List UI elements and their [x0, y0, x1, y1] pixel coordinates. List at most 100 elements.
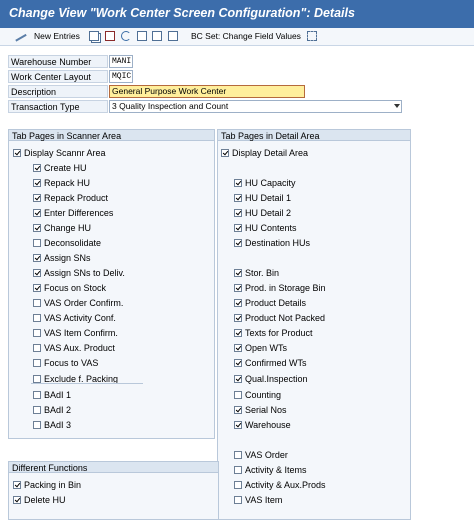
delete-button[interactable]	[105, 30, 115, 42]
checkbox-unchecked-icon[interactable]	[234, 481, 242, 489]
checkbox-unchecked-icon[interactable]	[234, 451, 242, 459]
detail-checkbox-vas-order[interactable]: VAS Order	[234, 449, 288, 461]
transaction-type-dropdown[interactable]: 3 Quality Inspection and Count	[109, 100, 402, 113]
checkbox-checked-icon[interactable]	[33, 284, 41, 292]
checkbox-label: Stor. Bin	[245, 268, 280, 278]
scanner-checkbox-enter-differences[interactable]: Enter Differences	[33, 207, 113, 219]
checkbox-checked-icon[interactable]	[33, 164, 41, 172]
detail-checkbox-open-wts[interactable]: Open WTs	[234, 342, 287, 354]
detail-checkbox-counting[interactable]: Counting	[234, 389, 281, 401]
checkbox-unchecked-icon[interactable]	[33, 375, 41, 383]
scanner-checkbox-vas-activity-conf[interactable]: VAS Activity Conf.	[33, 312, 116, 324]
checkbox-label: Delete HU	[24, 495, 66, 505]
new-entries-button[interactable]: New Entries	[13, 30, 80, 42]
checkbox-checked-icon[interactable]	[33, 209, 41, 217]
description-field[interactable]: General Purpose Work Center	[109, 85, 305, 98]
scanner-checkbox-vas-order-confirm[interactable]: VAS Order Confirm.	[33, 297, 123, 309]
scanner-checkbox-deconsolidate[interactable]: Deconsolidate	[33, 237, 101, 249]
checkbox-checked-icon[interactable]	[234, 269, 242, 277]
checkbox-label: Open WTs	[245, 343, 288, 353]
undo-button[interactable]	[121, 30, 131, 42]
bc-set-label: BC Set: Change Field Values	[191, 31, 301, 41]
checkbox-checked-icon[interactable]	[234, 209, 242, 217]
bc-set-button[interactable]: BC Set: Change Field Values	[191, 30, 301, 42]
checkbox-unchecked-icon[interactable]	[33, 359, 41, 367]
checkbox-checked-icon[interactable]	[13, 481, 21, 489]
warehouse-number-field[interactable]: MANI	[109, 55, 133, 68]
functions-checkbox-packing-in-bin[interactable]: Packing in Bin	[13, 479, 81, 491]
checkbox-checked-icon[interactable]	[234, 375, 242, 383]
scanner-checkbox-badi-3[interactable]: BAdI 3	[33, 419, 71, 431]
detail-checkbox-warehouse[interactable]: Warehouse	[234, 419, 291, 431]
detail-checkbox-hu-detail-2[interactable]: HU Detail 2	[234, 207, 291, 219]
detail-checkbox-product-details[interactable]: Product Details	[234, 297, 306, 309]
detail-checkbox-confirmed-wts[interactable]: Confirmed WTs	[234, 357, 307, 369]
scanner-checkbox-focus-to-vas[interactable]: Focus to VAS	[33, 357, 98, 369]
scanner-checkbox-create-hu[interactable]: Create HU	[33, 162, 87, 174]
checkbox-checked-icon[interactable]	[33, 224, 41, 232]
checkbox-checked-icon[interactable]	[33, 179, 41, 187]
scanner-checkbox-vas-aux-product[interactable]: VAS Aux. Product	[33, 342, 115, 354]
scanner-checkbox-vas-item-confirm[interactable]: VAS Item Confirm.	[33, 327, 118, 339]
checkbox-checked-icon[interactable]	[13, 149, 21, 157]
checkbox-checked-icon[interactable]	[33, 254, 41, 262]
checkbox-checked-icon[interactable]	[13, 496, 21, 504]
checkbox-checked-icon[interactable]	[234, 194, 242, 202]
checkbox-checked-icon[interactable]	[33, 269, 41, 277]
scanner-checkbox-badi-2[interactable]: BAdI 2	[33, 404, 71, 416]
scanner-checkbox-repack-product[interactable]: Repack Product	[33, 192, 108, 204]
detail-checkbox-activity-aux-prods[interactable]: Activity & Aux.Prods	[234, 479, 326, 491]
checkbox-unchecked-icon[interactable]	[33, 299, 41, 307]
checkbox-unchecked-icon[interactable]	[33, 239, 41, 247]
checkbox-checked-icon[interactable]	[234, 329, 242, 337]
work-center-layout-field[interactable]: MQIC	[109, 70, 133, 83]
detail-checkbox-vas-item[interactable]: VAS Item	[234, 494, 282, 506]
detail-checkbox-texts-for-product[interactable]: Texts for Product	[234, 327, 313, 339]
detail-checkbox-hu-capacity[interactable]: HU Capacity	[234, 177, 296, 189]
scanner-checkbox-repack-hu[interactable]: Repack HU	[33, 177, 90, 189]
scanner-checkbox-assign-sns-to-deliv[interactable]: Assign SNs to Deliv.	[33, 267, 125, 279]
detail-checkbox-stor-bin[interactable]: Stor. Bin	[234, 267, 279, 279]
checkbox-unchecked-icon[interactable]	[234, 391, 242, 399]
functions-checkbox-delete-hu[interactable]: Delete HU	[13, 494, 66, 506]
checkbox-unchecked-icon[interactable]	[33, 391, 41, 399]
checkbox-unchecked-icon[interactable]	[33, 329, 41, 337]
copy-button[interactable]	[89, 30, 99, 42]
checkbox-checked-icon[interactable]	[234, 239, 242, 247]
checkbox-checked-icon[interactable]	[234, 359, 242, 367]
detail-checkbox-destination-hus[interactable]: Destination HUs	[234, 237, 310, 249]
scanner-checkbox-display-scannr-area[interactable]: Display Scannr Area	[13, 147, 106, 159]
checkbox-checked-icon[interactable]	[234, 344, 242, 352]
detail-checkbox-qual-inspection[interactable]: Qual.Inspection	[234, 373, 308, 385]
checkbox-checked-icon[interactable]	[234, 421, 242, 429]
scanner-checkbox-change-hu[interactable]: Change HU	[33, 222, 91, 234]
scanner-checkbox-focus-on-stock[interactable]: Focus on Stock	[33, 282, 106, 294]
checkbox-unchecked-icon[interactable]	[33, 314, 41, 322]
select-all-button[interactable]	[168, 30, 178, 42]
checkbox-checked-icon[interactable]	[234, 406, 242, 414]
scanner-checkbox-badi-1[interactable]: BAdI 1	[33, 389, 71, 401]
scanner-checkbox-assign-sns[interactable]: Assign SNs	[33, 252, 91, 264]
checkbox-unchecked-icon[interactable]	[234, 496, 242, 504]
detail-checkbox-serial-nos[interactable]: Serial Nos	[234, 404, 287, 416]
checkbox-checked-icon[interactable]	[234, 314, 242, 322]
detail-checkbox-hu-detail-1[interactable]: HU Detail 1	[234, 192, 291, 204]
checkbox-checked-icon[interactable]	[234, 299, 242, 307]
checkbox-unchecked-icon[interactable]	[33, 344, 41, 352]
detail-checkbox-prod-in-storage-bin[interactable]: Prod. in Storage Bin	[234, 282, 326, 294]
checkbox-checked-icon[interactable]	[234, 179, 242, 187]
detail-checkbox-product-not-packed[interactable]: Product Not Packed	[234, 312, 325, 324]
next-entry-button[interactable]	[152, 30, 162, 42]
bc-set-icon-button[interactable]	[307, 30, 317, 42]
previous-entry-button[interactable]	[137, 30, 147, 42]
checkbox-unchecked-icon[interactable]	[33, 406, 41, 414]
detail-checkbox-hu-contents[interactable]: HU Contents	[234, 222, 297, 234]
checkbox-checked-icon[interactable]	[234, 224, 242, 232]
checkbox-checked-icon[interactable]	[234, 284, 242, 292]
detail-checkbox-activity-items[interactable]: Activity & Items	[234, 464, 307, 476]
checkbox-checked-icon[interactable]	[33, 194, 41, 202]
checkbox-checked-icon[interactable]	[221, 149, 229, 157]
detail-checkbox-display-detail-area[interactable]: Display Detail Area	[221, 147, 308, 159]
checkbox-unchecked-icon[interactable]	[234, 466, 242, 474]
checkbox-unchecked-icon[interactable]	[33, 421, 41, 429]
